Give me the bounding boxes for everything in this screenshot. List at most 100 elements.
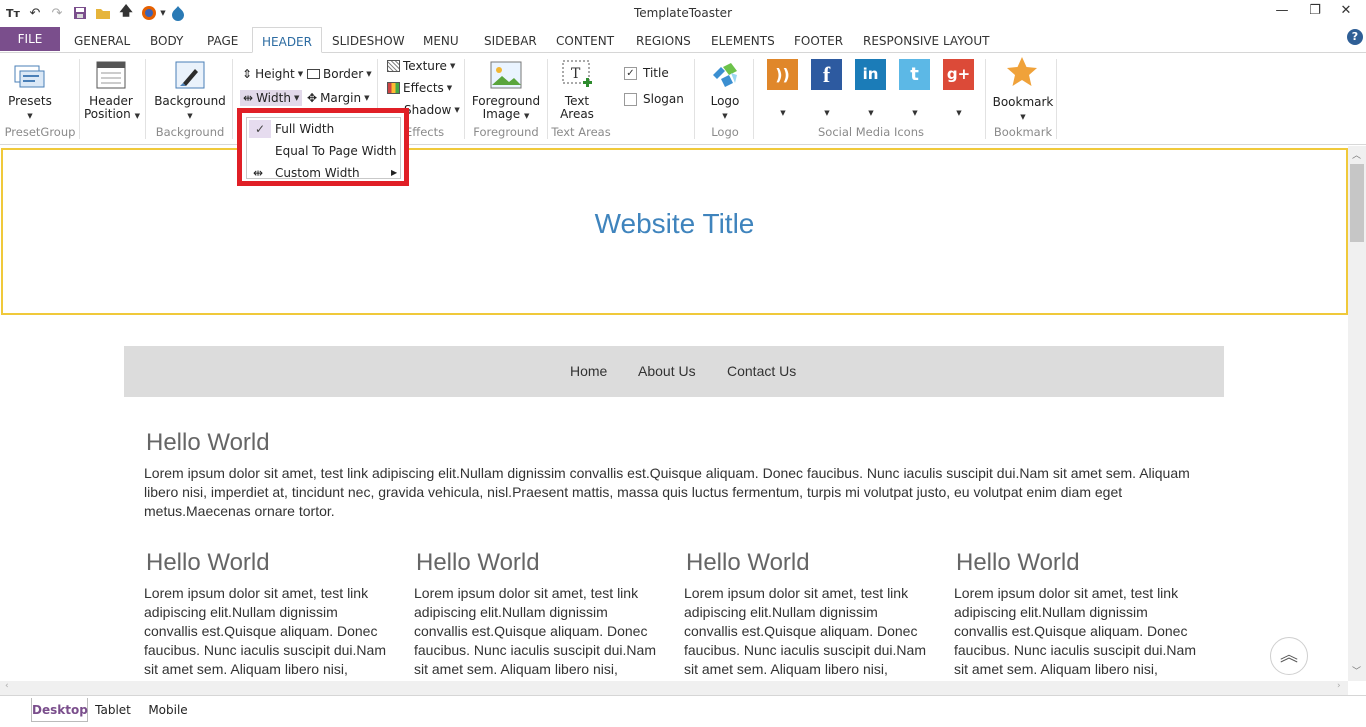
bookmark-button[interactable]: Bookmark ▼ [992, 96, 1054, 124]
menu-item-equal-to-page-width[interactable]: Equal To Page Width [247, 140, 400, 162]
width-button[interactable]: ⇹ Width ▼ [240, 90, 303, 106]
texture-icon [387, 60, 400, 72]
border-icon [307, 69, 320, 79]
nav-link-home[interactable]: Home [570, 363, 607, 379]
tab-tablet[interactable]: Tablet [90, 698, 136, 722]
tab-regions[interactable]: REGIONS [636, 27, 691, 53]
column-text-line: adipiscing elit.Nullam dignissim [954, 604, 1148, 620]
title-bar: Tт ↶ ↷ 🡅 ▼ TemplateToaster — ❐ ✕ [0, 0, 1366, 27]
restore-icon[interactable]: ❐ [1301, 3, 1329, 23]
horizontal-scrollbar[interactable]: ‹ › [0, 681, 1348, 695]
background-icon[interactable] [175, 61, 205, 93]
column-heading: Hello World [956, 549, 1080, 576]
facebook-icon[interactable]: f [811, 59, 842, 90]
chevron-up-icon: ︽ [1280, 645, 1298, 666]
tab-slideshow[interactable]: SLIDESHOW [332, 27, 405, 53]
tab-content[interactable]: CONTENT [556, 27, 614, 53]
foreground-group-label: Foreground [473, 125, 539, 139]
column-text-line: Lorem ipsum dolor sit amet, test link [414, 585, 639, 601]
device-tabs: Desktop Tablet Mobile [0, 695, 1366, 727]
menu-item-custom-width[interactable]: ⇹ Custom Width ▶ [247, 162, 400, 184]
scroll-left-icon[interactable]: ‹ [5, 681, 9, 691]
text-areas-group-label: Text Areas [551, 125, 611, 139]
header-position-button[interactable]: Header Position ▼ [84, 95, 140, 123]
nav-link-contact-us[interactable]: Contact Us [727, 363, 796, 379]
submenu-arrow-icon: ▶ [391, 168, 398, 177]
title-checkbox[interactable]: ✓ Title [624, 66, 669, 80]
presets-icon[interactable] [14, 63, 46, 93]
foreground-image-button[interactable]: Foreground Image ▼ [470, 95, 542, 123]
check-icon: ✓ [249, 120, 271, 138]
tab-mobile[interactable]: Mobile [142, 698, 194, 722]
logo-button[interactable]: Logo ▼ [700, 95, 750, 123]
twitter-icon[interactable]: t [899, 59, 930, 90]
rss-icon[interactable]: )) [767, 59, 798, 90]
website-title[interactable]: Website Title [3, 208, 1346, 240]
google-plus-dropdown-icon[interactable]: ▼ [954, 105, 964, 120]
tab-header[interactable]: HEADER [252, 27, 322, 53]
width-icon: ⇹ [243, 91, 254, 105]
separator [79, 59, 80, 139]
facebook-dropdown-icon[interactable]: ▼ [822, 105, 832, 120]
tab-responsive-layout[interactable]: RESPONSIVE LAYOUT [863, 27, 989, 53]
shadow-button[interactable]: Shadow ▼ [404, 103, 460, 117]
background-button[interactable]: Background ▼ [154, 95, 226, 123]
tab-desktop[interactable]: Desktop [31, 698, 88, 722]
height-button[interactable]: ⇕ Height ▼ [242, 67, 303, 81]
column-heading: Hello World [146, 549, 270, 576]
width-dropdown-highlight: ✓ Full Width Equal To Page Width ⇹ Custo… [237, 108, 409, 186]
twitter-dropdown-icon[interactable]: ▼ [910, 105, 920, 120]
logo-group-label: Logo [711, 125, 739, 139]
tab-footer[interactable]: FOOTER [794, 27, 843, 53]
tab-elements[interactable]: ELEMENTS [711, 27, 775, 53]
header-position-icon[interactable] [96, 61, 126, 93]
scroll-to-top-button[interactable]: ︽ [1270, 637, 1308, 675]
column-heading: Hello World [416, 549, 540, 576]
linkedin-icon[interactable]: in [855, 59, 886, 90]
margin-button[interactable]: ✥ Margin ▼ [307, 91, 369, 105]
text-areas-icon[interactable]: T [561, 59, 593, 95]
border-button[interactable]: Border ▼ [307, 67, 372, 81]
google-plus-icon[interactable]: g+ [943, 59, 974, 90]
scrollbar-thumb[interactable] [1350, 164, 1364, 242]
column-text-line: sit amet sem. Aliquam libero nisi, [954, 661, 1158, 677]
minimize-icon[interactable]: — [1268, 3, 1296, 23]
texture-button[interactable]: Texture ▼ [387, 59, 455, 73]
text-areas-button[interactable]: Text Areas [553, 95, 601, 121]
nav-link-about-us[interactable]: About Us [638, 363, 696, 379]
separator [694, 59, 695, 139]
foreground-image-icon[interactable] [490, 61, 522, 93]
presets-button[interactable]: Presets ▼ [6, 95, 54, 123]
tab-file[interactable]: FILE [0, 27, 60, 51]
tab-general[interactable]: GENERAL [74, 27, 130, 53]
width-icon: ⇹ [253, 166, 264, 180]
logo-icon[interactable] [709, 61, 741, 93]
scroll-down-icon[interactable]: ﹀ [1352, 664, 1361, 677]
main-paragraph-line: libero nisi, imperdiet at, tincidunt nec… [144, 484, 1123, 500]
margin-icon: ✥ [307, 91, 318, 105]
tab-page[interactable]: PAGE [207, 27, 238, 53]
column-text-line: Lorem ipsum dolor sit amet, test link [684, 585, 909, 601]
column-text-line: sit amet sem. Aliquam libero nisi, [684, 661, 888, 677]
bookmark-star-icon[interactable] [1006, 56, 1038, 92]
rss-dropdown-icon[interactable]: ▼ [778, 105, 788, 120]
help-icon[interactable]: ? [1347, 29, 1363, 45]
separator [232, 59, 233, 139]
window-title: TemplateToaster [633, 6, 732, 20]
tab-menu[interactable]: MENU [423, 27, 459, 53]
vertical-scrollbar[interactable]: ︿ ﹀ [1348, 146, 1366, 681]
effects-button[interactable]: Effects ▼ [387, 81, 452, 95]
scroll-right-icon[interactable]: › [1337, 681, 1341, 691]
linkedin-dropdown-icon[interactable]: ▼ [866, 105, 876, 120]
scroll-up-icon[interactable]: ︿ [1352, 148, 1361, 161]
column-text-line: convallis est.Quisque aliquam. Donec [684, 623, 918, 639]
slogan-checkbox[interactable]: Slogan [624, 92, 684, 106]
header-region[interactable]: Website Title [1, 148, 1348, 315]
tab-body[interactable]: BODY [150, 27, 183, 53]
background-group-label: Background [155, 125, 225, 139]
column-text-line: convallis est.Quisque aliquam. Donec [144, 623, 378, 639]
close-icon[interactable]: ✕ [1332, 3, 1360, 23]
bookmark-group-label: Bookmark [993, 125, 1053, 139]
tab-sidebar[interactable]: SIDEBAR [484, 27, 537, 53]
menu-item-full-width[interactable]: ✓ Full Width [247, 118, 400, 140]
